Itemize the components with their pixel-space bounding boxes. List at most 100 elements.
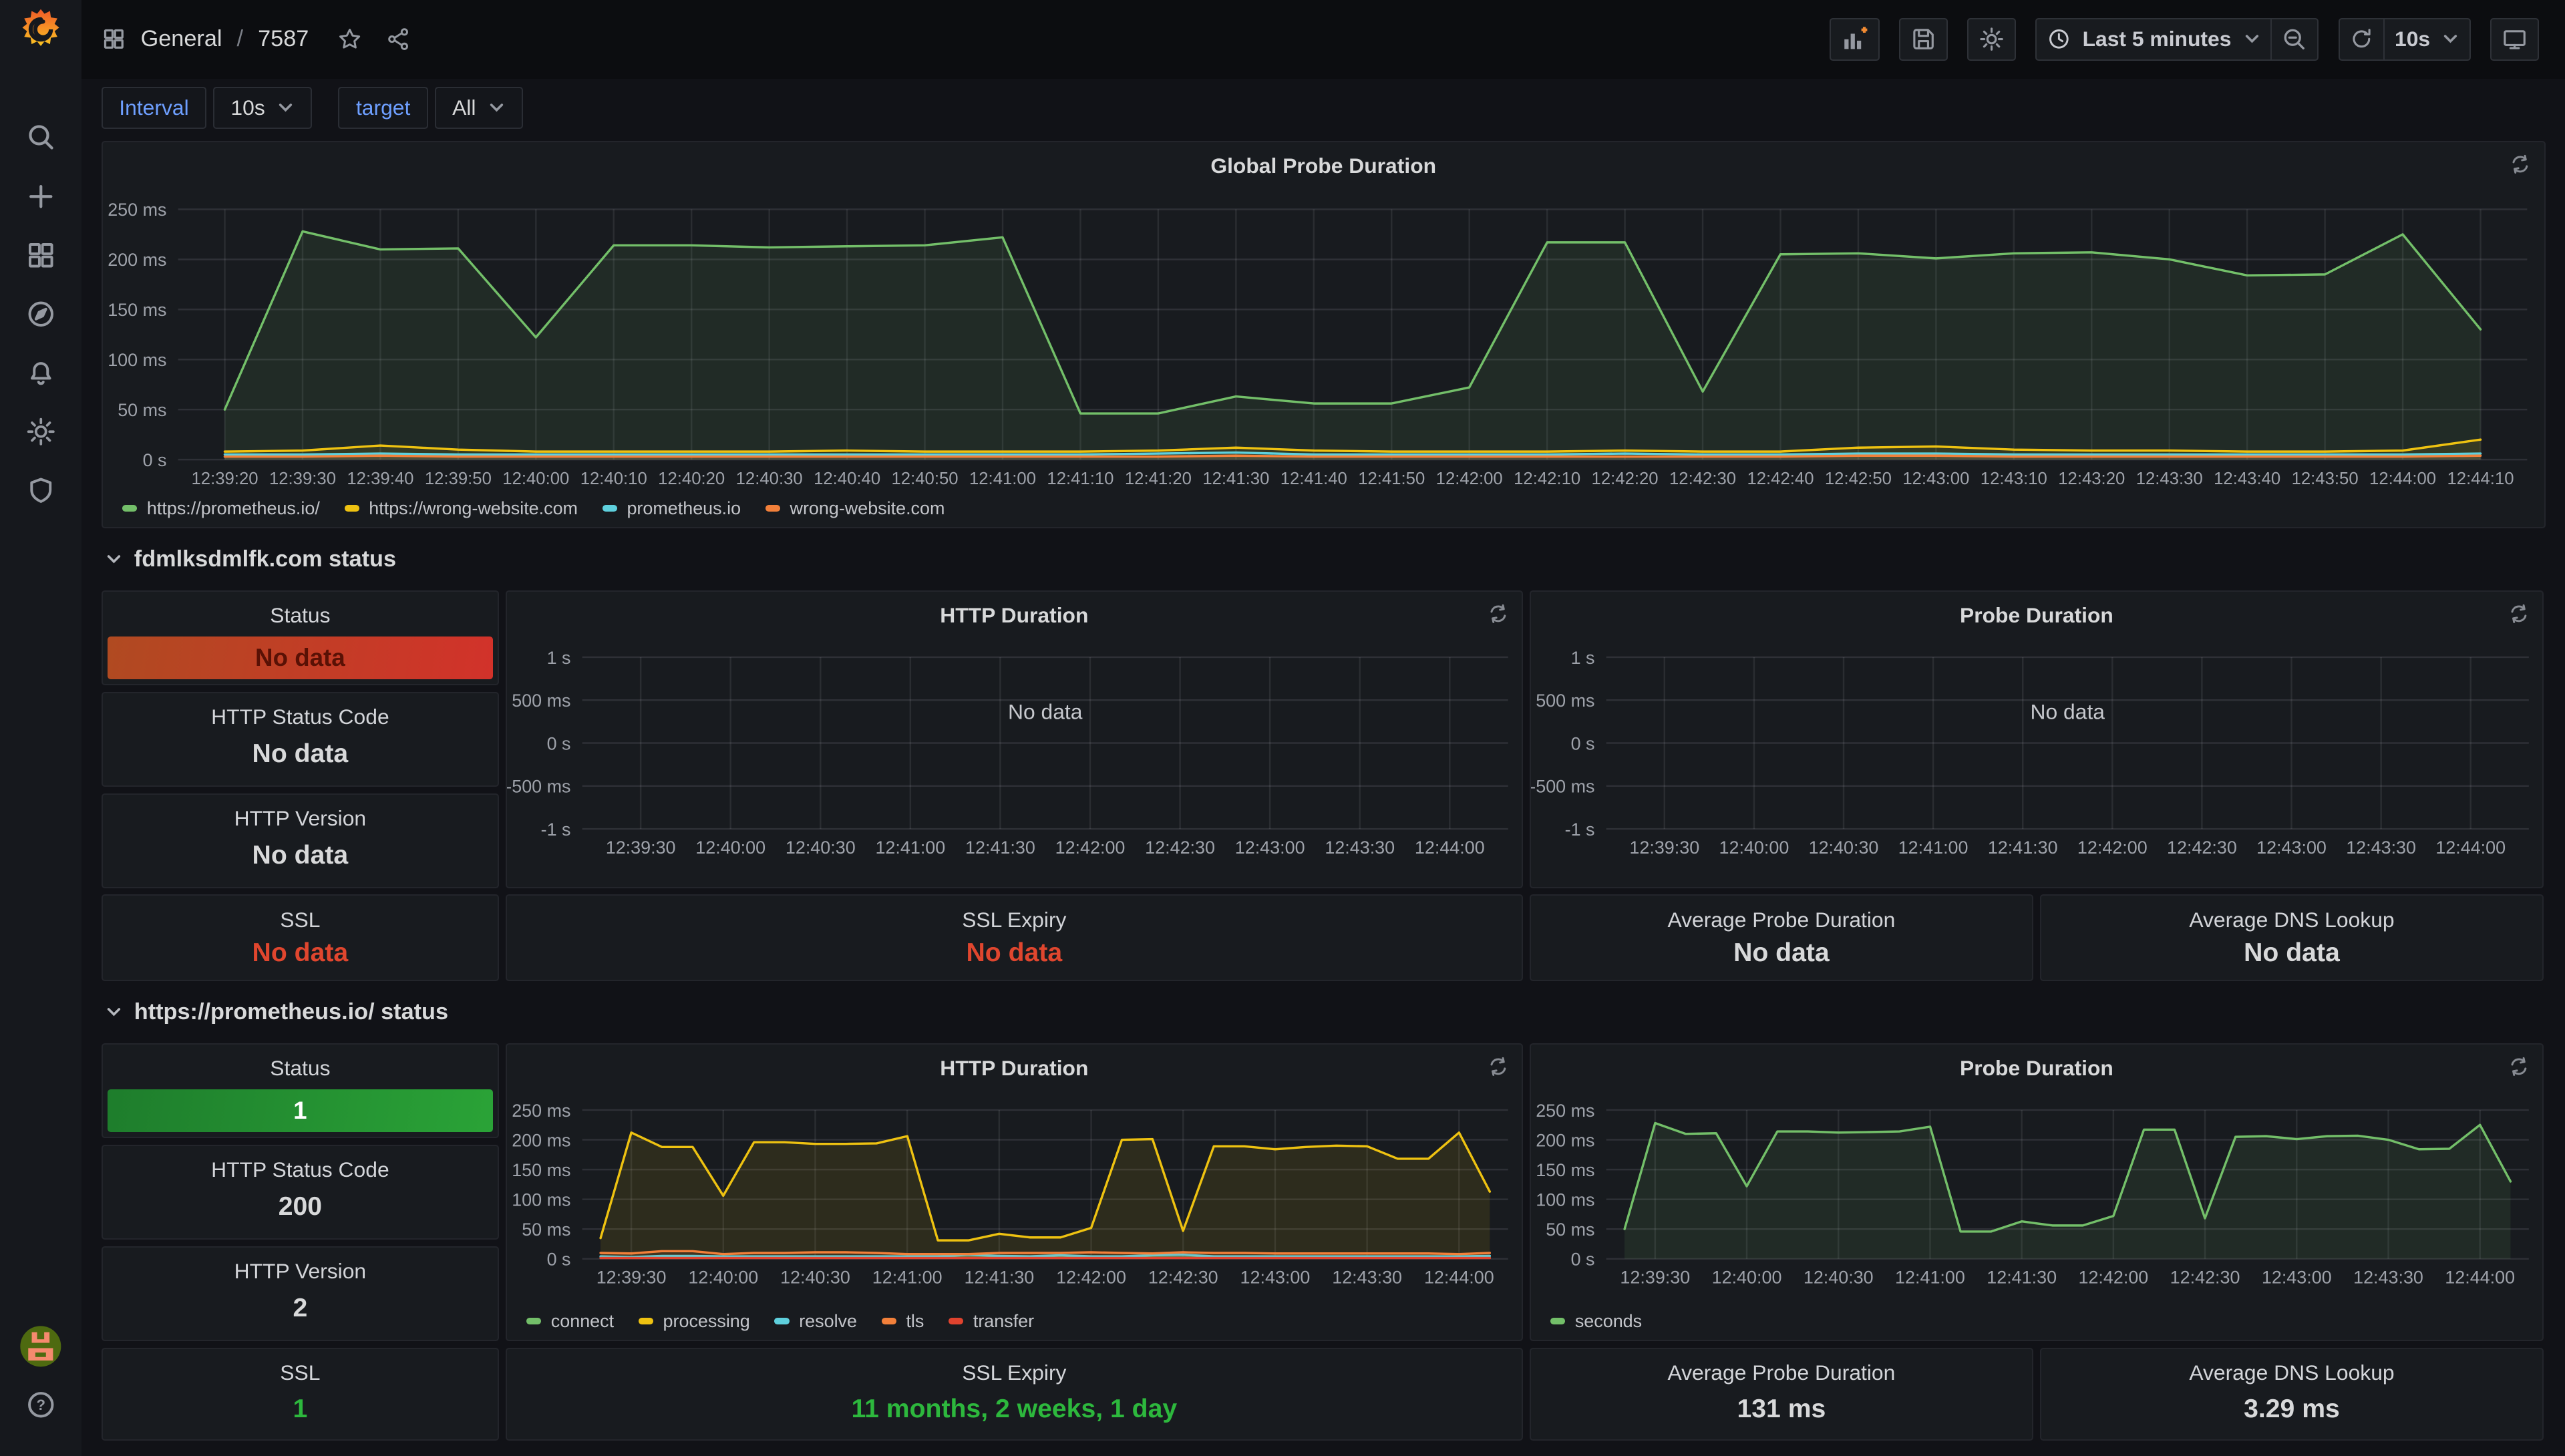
panel-ssl: SSL 1 — [102, 1348, 499, 1441]
panel-title[interactable]: Probe Duration — [1531, 1056, 2542, 1081]
legend-item[interactable]: seconds — [1550, 1311, 1642, 1332]
legend-series-marker — [1550, 1318, 1565, 1324]
panel-title[interactable]: Global Probe Duration — [103, 154, 2544, 178]
status-value-badge: 1 — [108, 1089, 492, 1132]
panel-sync-icon[interactable] — [2508, 1056, 2530, 1077]
dashboard-settings-button[interactable] — [1967, 18, 2016, 61]
panel-title[interactable]: HTTP Duration — [507, 1056, 1522, 1081]
panel-sync-icon[interactable] — [2510, 154, 2531, 175]
legend-item[interactable]: https://wrong-website.com — [345, 498, 578, 519]
variable-target-dropdown[interactable]: All — [435, 87, 523, 130]
panel-title[interactable]: SSL — [280, 908, 320, 932]
section-title: https://prometheus.io/ status — [134, 999, 448, 1025]
panel-title[interactable]: Average DNS Lookup — [2189, 908, 2394, 932]
dashboards-icon[interactable] — [0, 226, 81, 285]
svg-text:12:40:00: 12:40:00 — [1719, 838, 1789, 858]
panel-title[interactable]: SSL — [280, 1360, 320, 1385]
svg-text:12:41:30: 12:41:30 — [1202, 469, 1269, 488]
time-range-picker[interactable]: Last 5 minutes — [2035, 18, 2272, 61]
panel-title[interactable]: Status — [270, 1056, 330, 1081]
configuration-gear-icon[interactable] — [0, 402, 81, 461]
svg-text:12:41:00: 12:41:00 — [969, 469, 1036, 488]
refresh-interval-picker[interactable]: 10s — [2383, 18, 2471, 61]
svg-text:12:42:30: 12:42:30 — [2167, 838, 2237, 858]
svg-text:12:40:00: 12:40:00 — [502, 469, 569, 488]
legend-item[interactable]: processing — [639, 1311, 750, 1332]
panel-probe-duration: Probe Duration 0 s50 ms100 ms150 ms200 m… — [1530, 1043, 2544, 1341]
legend-series-marker — [345, 505, 359, 512]
svg-text:-500 ms: -500 ms — [507, 777, 571, 797]
panel-average-probe-duration: Average Probe Duration No data — [1530, 894, 2033, 981]
breadcrumb-folder[interactable]: General — [141, 26, 222, 52]
panel-title[interactable]: HTTP Duration — [507, 603, 1522, 628]
panel-title[interactable]: Average Probe Duration — [1667, 908, 1895, 932]
svg-text:12:43:00: 12:43:00 — [1902, 469, 1969, 488]
search-icon[interactable] — [0, 108, 81, 167]
refresh-button[interactable] — [2339, 18, 2385, 61]
save-dashboard-button[interactable] — [1899, 18, 1948, 61]
server-admin-shield-icon[interactable] — [0, 462, 81, 520]
share-icon[interactable] — [385, 26, 411, 52]
stat-value: 11 months, 2 weeks, 1 day — [851, 1385, 1177, 1439]
panel-title[interactable]: SSL Expiry — [962, 908, 1066, 932]
legend-series-label: https://wrong-website.com — [369, 498, 578, 519]
legend-item[interactable]: transfer — [949, 1311, 1034, 1332]
apps-grid-icon — [102, 27, 126, 51]
panel-title[interactable]: SSL Expiry — [962, 1360, 1066, 1385]
explore-compass-icon[interactable] — [0, 285, 81, 343]
svg-text:12:44:10: 12:44:10 — [2447, 469, 2514, 488]
svg-text:200 ms: 200 ms — [1536, 1131, 1594, 1151]
svg-text:12:40:00: 12:40:00 — [695, 838, 765, 858]
cycle-view-mode-button[interactable] — [2490, 18, 2539, 61]
legend-item[interactable]: wrong-website.com — [765, 498, 945, 519]
legend-item[interactable]: https://prometheus.io/ — [122, 498, 320, 519]
panel-title[interactable]: Status — [270, 603, 330, 628]
panel-title[interactable]: Average Probe Duration — [1667, 1360, 1895, 1385]
stat-value: 200 — [279, 1182, 322, 1238]
panel-title[interactable]: HTTP Status Code — [211, 1157, 389, 1182]
panel-title[interactable]: HTTP Status Code — [211, 705, 389, 729]
legend-series-marker — [949, 1318, 963, 1324]
svg-text:12:42:00: 12:42:00 — [1435, 469, 1502, 488]
star-icon[interactable] — [337, 26, 363, 52]
global-probe-duration-chart[interactable]: 0 s50 ms100 ms150 ms200 ms250 ms12:39:20… — [103, 142, 2544, 527]
svg-text:12:43:00: 12:43:00 — [2262, 1268, 2332, 1288]
panel-sync-icon[interactable] — [1488, 603, 1509, 624]
user-avatar[interactable] — [0, 1316, 81, 1375]
panel-sync-icon[interactable] — [1488, 1056, 1509, 1077]
alerting-bell-icon[interactable] — [0, 343, 81, 402]
create-plus-icon[interactable] — [0, 167, 81, 226]
stat-value: 1 — [293, 1385, 307, 1439]
legend-item[interactable]: resolve — [774, 1311, 857, 1332]
legend-item[interactable]: prometheus.io — [603, 498, 741, 519]
http-duration-chart[interactable]: 1 s500 ms0 s-500 ms-1 s12:39:3012:40:001… — [507, 592, 1522, 887]
legend-series-label: resolve — [799, 1311, 857, 1332]
svg-text:12:39:20: 12:39:20 — [191, 469, 258, 488]
section-header-fdmlksdmlfk[interactable]: fdmlksdmlfk.com status — [102, 538, 2546, 581]
svg-text:12:43:00: 12:43:00 — [1240, 1268, 1310, 1288]
svg-text:12:39:30: 12:39:30 — [596, 1268, 666, 1288]
svg-text:12:43:40: 12:43:40 — [2214, 469, 2280, 488]
zoom-out-button[interactable] — [2270, 18, 2319, 61]
section-prometheus-grid: Status 1 HTTP Status Code 200 HTTP Versi… — [102, 1043, 2546, 1441]
panel-title[interactable]: HTTP Version — [234, 806, 367, 831]
variable-interval-dropdown[interactable]: 10s — [213, 87, 312, 130]
legend-item[interactable]: connect — [526, 1311, 614, 1332]
panel-title[interactable]: Average DNS Lookup — [2189, 1360, 2394, 1385]
svg-text:12:41:50: 12:41:50 — [1358, 469, 1425, 488]
panel-sync-icon[interactable] — [2508, 603, 2530, 624]
http-duration-chart[interactable]: 0 s50 ms100 ms150 ms200 ms250 ms12:39:30… — [507, 1045, 1522, 1340]
section-header-prometheus[interactable]: https://prometheus.io/ status — [102, 991, 2546, 1034]
panel-ssl: SSL No data — [102, 894, 499, 981]
legend-item[interactable]: tls — [882, 1311, 924, 1332]
add-panel-button[interactable] — [1830, 18, 1880, 61]
legend-series-label: tls — [906, 1311, 924, 1332]
panel-title[interactable]: Probe Duration — [1531, 603, 2542, 628]
probe-duration-chart[interactable]: 1 s500 ms0 s-500 ms-1 s12:39:3012:40:001… — [1531, 592, 2542, 887]
probe-duration-chart[interactable]: 0 s50 ms100 ms150 ms200 ms250 ms12:39:30… — [1531, 1045, 2542, 1340]
legend-series-label: prometheus.io — [627, 498, 741, 519]
help-icon[interactable]: ? — [0, 1376, 81, 1435]
svg-text:250 ms: 250 ms — [512, 1101, 570, 1121]
grafana-logo[interactable] — [0, 0, 81, 59]
panel-title[interactable]: HTTP Version — [234, 1259, 367, 1284]
